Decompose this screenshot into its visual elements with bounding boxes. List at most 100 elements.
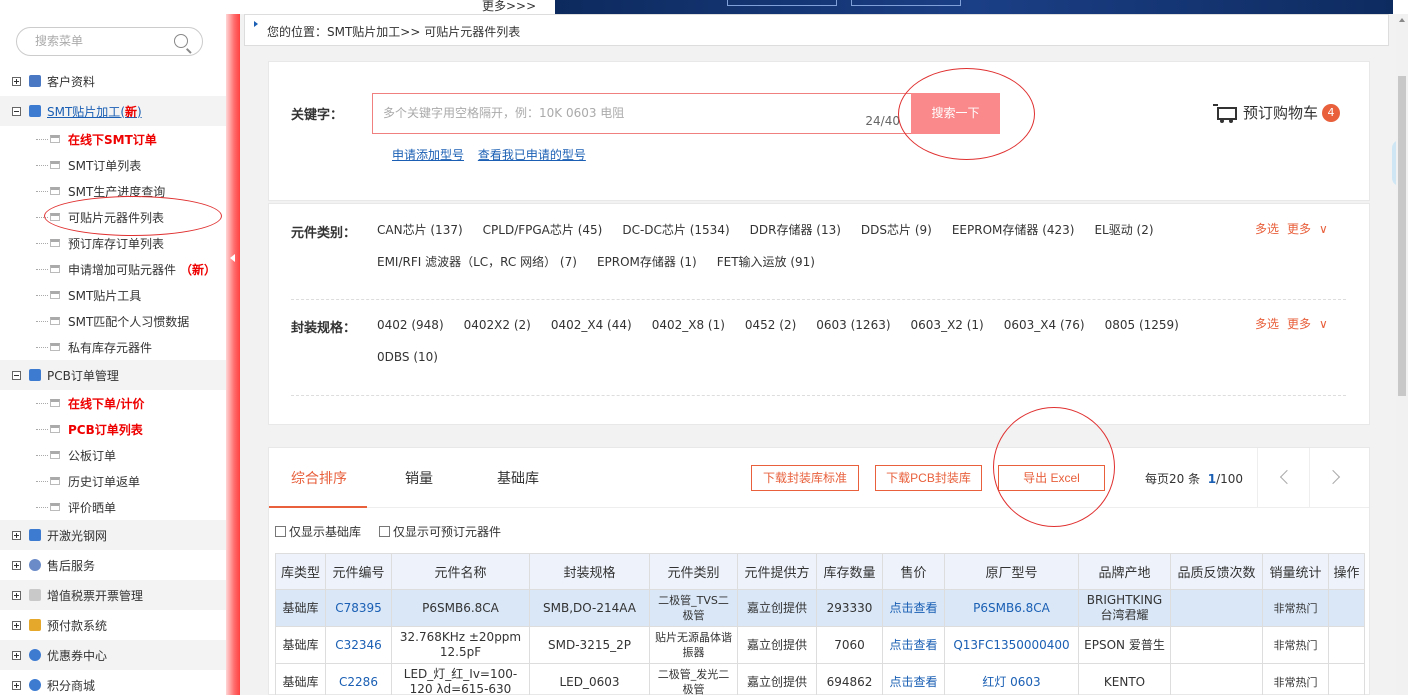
table-row[interactable]: 基础库 C78395 P6SMB6.8CA SMB,DO-214AA 二极管_TVS二极… [275,589,1365,627]
col-header[interactable]: 销量统计 [1262,553,1329,590]
next-page-button[interactable] [1309,448,1361,508]
package-tag[interactable]: 0402_X4 (44) [551,309,632,341]
package-tag[interactable]: 0402 (948) [377,309,444,341]
category-tag[interactable]: DC-DC芯片 (1534) [622,214,729,246]
price-link[interactable]: 点击查看 [882,626,945,664]
only-preorder-checkbox[interactable]: 仅显示可预订元器件 [379,523,501,540]
sidebar-group-points[interactable]: 积分商城 [0,670,226,695]
sidebar-group-pcb[interactable]: PCB订单管理 [0,360,226,390]
collapse-arrow-icon[interactable] [230,254,235,262]
sidebar-item-smt-progress[interactable]: SMT生产进度查询 [0,178,226,204]
package-tag[interactable]: 0DBS (10) [377,341,438,373]
sidebar-item-pcb-list[interactable]: PCB订单列表 [0,416,226,442]
sidebar-group-customer[interactable]: 客户资料 [0,66,226,96]
tab-sales[interactable]: 销量 [405,468,433,488]
chevron-down-icon[interactable]: ∨ [1319,222,1328,236]
col-header[interactable]: 库类型 [275,553,326,590]
expand-icon[interactable] [12,76,21,86]
sidebar-group-smt[interactable]: SMT贴片加工(新) [0,96,226,126]
sidebar-item-pcb-order[interactable]: 在线下单/计价 [0,390,226,416]
expand-icon[interactable] [12,650,21,660]
category-tag[interactable]: CAN芯片 (137) [377,214,463,246]
col-header[interactable]: 库存数量 [816,553,883,590]
col-header[interactable]: 原厂型号 [944,553,1079,590]
scroll-thumb[interactable] [1398,76,1406,396]
category-tag[interactable]: DDR存储器 (13) [750,214,841,246]
category-tag[interactable]: EL驱动 (2) [1094,214,1153,246]
package-tag[interactable]: 0603 (1263) [816,309,890,341]
sidebar-collapse-bar[interactable] [226,14,240,695]
mfr-part-link[interactable]: Q13FC1350000400 [944,626,1079,664]
only-basic-checkbox[interactable]: 仅显示基础库 [275,523,361,540]
sidebar-item-public-board[interactable]: 公板订单 [0,442,226,468]
package-more-button[interactable]: 更多 [1287,317,1311,331]
mfr-part-link[interactable]: 红灯 0603 [944,663,1079,695]
export-excel-button[interactable]: 导出 Excel [998,465,1105,491]
sidebar-item-apply-component[interactable]: 申请增加可贴元器件 （新） [0,256,226,282]
category-tag[interactable]: EMI/RFI 滤波器（LC，RC 网络） (7) [377,246,577,278]
sidebar-group-prepay[interactable]: 预付款系统 [0,610,226,640]
expand-icon[interactable] [12,620,21,630]
search-icon[interactable] [174,34,188,48]
menu-search-input[interactable] [35,34,175,48]
category-tag[interactable]: DDS芯片 (9) [861,214,932,246]
collapse-icon[interactable] [12,106,21,116]
tab-comprehensive[interactable]: 综合排序 [291,468,347,488]
mfr-part-link[interactable]: P6SMB6.8CA [944,589,1079,627]
category-multi-button[interactable]: 多选 [1255,222,1279,236]
category-tag[interactable]: EEPROM存储器 (423) [952,214,1075,246]
col-header[interactable]: 品牌产地 [1078,553,1171,590]
sidebar-item-smt-components[interactable]: 可贴片元器件列表 [0,204,226,230]
chevron-down-icon[interactable]: ∨ [1319,317,1328,331]
download-pcb-lib-button[interactable]: 下载PCB封装库 [875,465,982,491]
package-tag[interactable]: 0452 (2) [745,309,796,341]
preorder-cart[interactable]: 预订购物车 4 [1213,102,1341,123]
top-banner[interactable] [555,0,1393,14]
sidebar-item-smt-habits[interactable]: SMT匹配个人习惯数据 [0,308,226,334]
collapse-icon[interactable] [12,370,21,380]
page-scrollbar[interactable] [1396,14,1408,695]
keyword-input[interactable] [383,106,803,120]
category-tag[interactable]: FET输入运放 (91) [717,246,815,278]
part-number-link[interactable]: C78395 [325,589,392,627]
expand-icon[interactable] [12,530,21,540]
expand-icon[interactable] [12,680,21,690]
keyword-field[interactable]: 24/40 [372,93,913,134]
sidebar-item-history-reorder[interactable]: 历史订单返单 [0,468,226,494]
price-link[interactable]: 点击查看 [882,589,945,627]
package-multi-button[interactable]: 多选 [1255,317,1279,331]
expand-icon[interactable] [12,590,21,600]
sidebar-item-smt-order[interactable]: 在线下SMT订单 [0,126,226,152]
sidebar-item-review[interactable]: 评价晒单 [0,494,226,520]
part-number-link[interactable]: C32346 [325,626,392,664]
sidebar-group-aftersales[interactable]: 售后服务 [0,550,226,580]
table-row[interactable]: 基础库 C32346 32.768KHz ±20ppm 12.5pF SMD-3215… [275,626,1365,664]
col-header[interactable]: 售价 [882,553,945,590]
menu-search[interactable] [16,27,203,56]
package-tag[interactable]: 0402_X8 (1) [652,309,725,341]
package-tag[interactable]: 0402X2 (2) [464,309,531,341]
sidebar-group-stencil[interactable]: 开激光钢网 [0,520,226,550]
expand-icon[interactable] [12,560,21,570]
package-tag[interactable]: 0805 (1259) [1105,309,1179,341]
category-more-button[interactable]: 更多 [1287,222,1311,236]
view-applied-link[interactable]: 查看我已申请的型号 [478,148,586,162]
sidebar-item-smt-tools[interactable]: SMT贴片工具 [0,282,226,308]
package-tag[interactable]: 0603_X2 (1) [911,309,984,341]
category-tag[interactable]: CPLD/FPGA芯片 (45) [483,214,603,246]
scroll-up-icon[interactable] [1399,18,1405,22]
sidebar-item-preorder-list[interactable]: 预订库存订单列表 [0,230,226,256]
download-package-std-button[interactable]: 下载封装库标准 [751,465,859,491]
tab-basic-lib[interactable]: 基础库 [497,468,539,488]
price-link[interactable]: 点击查看 [882,663,945,695]
col-header[interactable]: 元件名称 [391,553,530,590]
sidebar-item-private-stock[interactable]: 私有库存元器件 [0,334,226,360]
package-tag[interactable]: 0603_X4 (76) [1004,309,1085,341]
sidebar-group-coupon[interactable]: 优惠券中心 [0,640,226,670]
col-header[interactable]: 封装规格 [529,553,650,590]
search-button[interactable]: 搜索一下 [911,93,1000,134]
part-number-link[interactable]: C2286 [325,663,392,695]
col-header[interactable]: 元件编号 [325,553,392,590]
table-row[interactable]: 基础库 C2286 LED_灯_红_Iv=100-120 λd=615-630 LED… [275,663,1365,695]
category-tag[interactable]: EPROM存储器 (1) [597,246,697,278]
